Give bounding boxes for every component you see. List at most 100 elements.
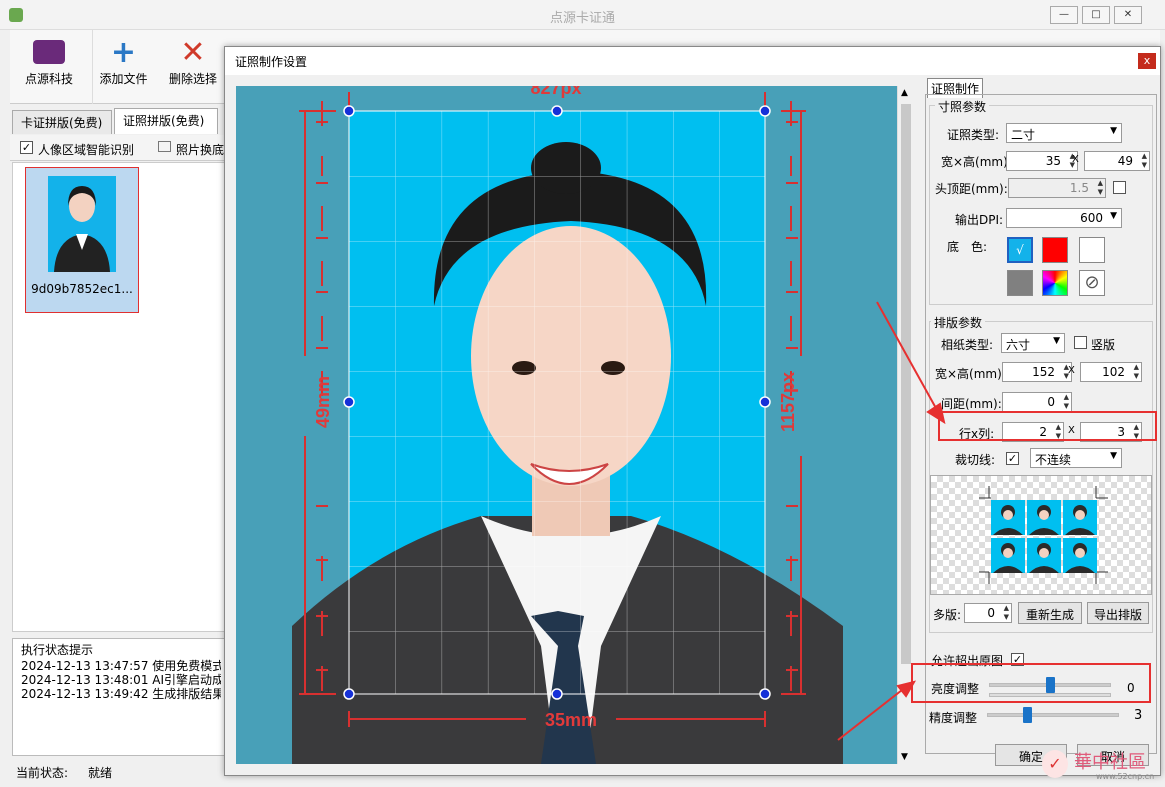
scroll-thumb[interactable] xyxy=(901,104,911,664)
photo-height-stepper[interactable]: 49 ▲ ▼ xyxy=(1084,151,1150,171)
layout-preview xyxy=(930,475,1152,595)
chevron-down-icon: ▼ xyxy=(1110,451,1117,461)
regenerate-button[interactable]: 重新生成 xyxy=(1018,602,1082,624)
stepper-arrows-icon[interactable]: ▲ ▼ xyxy=(1064,393,1069,411)
plus-icon: + xyxy=(110,35,137,70)
gap-value: 0 xyxy=(1047,395,1055,409)
layout-preview-tiles xyxy=(991,500,1097,573)
precision-label: 精度调整 xyxy=(929,711,978,725)
head-distance-stepper[interactable]: 1.5 ▲ ▼ xyxy=(1008,178,1106,198)
cut-line-value: 不连续 xyxy=(1035,453,1072,467)
crop-handle xyxy=(759,396,771,408)
bg-color-swatch-white[interactable] xyxy=(1079,237,1105,263)
list-item[interactable]: 9d09b7852ec1... xyxy=(25,167,139,313)
layout-params-title: 排版参数 xyxy=(931,314,986,331)
size-wh-label: 宽×高(mm): xyxy=(941,155,1012,169)
photo-editor-canvas[interactable]: 827px 35mm 49mm 1157px xyxy=(236,86,897,764)
transparent-bg-icon[interactable]: ⊘ xyxy=(1079,270,1105,296)
brightness-slider-track xyxy=(989,693,1111,697)
photo-height-value: 49 xyxy=(1117,154,1133,168)
paper-height-stepper[interactable]: 102 ▲ ▼ xyxy=(1080,362,1142,382)
paper-type-select[interactable]: 六寸 ▼ xyxy=(1001,333,1065,353)
scroll-down-icon[interactable]: ▼ xyxy=(901,752,908,762)
watermark-brand: 華中社區 xyxy=(1074,752,1146,773)
tab-id-photo-layout[interactable]: 证照拼版(免费) xyxy=(114,108,218,134)
file-thumbnail xyxy=(48,176,116,272)
bg-color-swatch-blue[interactable]: √ xyxy=(1007,237,1033,263)
app-title: 点源卡证通 xyxy=(549,11,615,26)
photo-type-value: 二寸 xyxy=(1011,128,1036,142)
dpi-select[interactable]: 600 ▼ xyxy=(1006,208,1122,228)
status-line: 2024-12-13 13:47:57 使用免费模式, xyxy=(21,659,221,673)
tab-card-layout[interactable]: 卡证拼版(免费) xyxy=(12,110,112,134)
head-distance-checkbox[interactable] xyxy=(1113,181,1126,194)
stepper-arrows-icon[interactable]: ▲ ▼ xyxy=(1098,179,1103,197)
replace-bg-button[interactable]: 照片换底 xyxy=(176,141,224,158)
size-params-title: 寸照参数 xyxy=(935,98,990,115)
custom-color-icon[interactable] xyxy=(1042,270,1068,296)
minimize-button[interactable]: — xyxy=(1050,6,1078,24)
cut-line-label: 裁切线: xyxy=(955,453,996,467)
stepper-arrows-icon[interactable]: ▲ ▼ xyxy=(1004,604,1009,622)
portrait-label: 竖版 xyxy=(1091,338,1116,352)
bg-color-swatch-red[interactable] xyxy=(1042,237,1068,263)
photo-width-stepper[interactable]: 35 ▲ ▼ xyxy=(1006,151,1078,171)
cut-line-select[interactable]: 不连续 ▼ xyxy=(1030,448,1122,468)
watermark: ✓ 華中社區 www.52cnp.cn xyxy=(1036,746,1161,784)
multi-stepper[interactable]: 0 ▲ ▼ xyxy=(964,603,1012,623)
status-title: 执行状态提示 xyxy=(21,643,94,657)
status-bar: 当前状态: 就绪 xyxy=(10,760,225,784)
canvas-left-mm-label: 49mm xyxy=(313,376,333,428)
chevron-down-icon: ▼ xyxy=(1110,211,1117,221)
maximize-button[interactable]: □ xyxy=(1082,6,1110,24)
selected-check-icon: √ xyxy=(1016,243,1024,257)
photo-type-label: 证照类型: xyxy=(947,128,1000,142)
crop-handle xyxy=(759,105,771,117)
toolbar-logo-button[interactable]: 点源科技 xyxy=(14,30,84,104)
multi-label: 多版: xyxy=(933,608,962,622)
paper-x-label: X xyxy=(1068,365,1075,376)
cut-line-checkbox[interactable]: ✓ xyxy=(1006,452,1019,465)
brightness-slider-handle[interactable] xyxy=(1046,677,1055,693)
file-list: 9d09b7852ec1... xyxy=(12,162,225,632)
dialog-title-bar: 证照制作设置 x xyxy=(225,47,1160,75)
crop-handle xyxy=(759,688,771,700)
gap-stepper[interactable]: 0 ▲ ▼ xyxy=(1002,392,1072,412)
bg-color-swatch-gray[interactable] xyxy=(1007,270,1033,296)
scroll-up-icon[interactable]: ▲ xyxy=(901,88,908,98)
photo-type-select[interactable]: 二寸 ▼ xyxy=(1006,123,1122,143)
delete-selection-button[interactable]: ✕ 删除选择 xyxy=(160,30,226,104)
stepper-arrows-icon[interactable]: ▲ ▼ xyxy=(1134,363,1139,381)
settings-panel: 证照制作 寸照参数 证照类型: 二寸 ▼ 宽×高(mm): 35 ▲ ▼ X 49 ▲ ▼… xyxy=(911,77,1159,772)
head-distance-label: 头顶距(mm): xyxy=(935,182,1008,196)
close-button[interactable]: ✕ xyxy=(1114,6,1142,24)
option-row: ✓ 人像区域智能识别 照片换底 xyxy=(10,135,225,161)
canvas-bottom-mm-label: 35mm xyxy=(545,710,597,730)
add-file-button[interactable]: + 添加文件 xyxy=(92,30,154,104)
status-lines: 2024-12-13 13:47:57 使用免费模式, 2024-12-13 1… xyxy=(21,659,221,701)
paper-height-value: 102 xyxy=(1102,365,1125,379)
chevron-down-icon: ▼ xyxy=(1053,336,1060,346)
precision-value: 3 xyxy=(1134,708,1143,723)
x-icon: ✕ xyxy=(180,35,206,70)
multi-value: 0 xyxy=(987,606,995,620)
portrait-checkbox[interactable] xyxy=(1074,336,1087,349)
precision-slider-handle[interactable] xyxy=(1022,707,1032,723)
crop-handle xyxy=(551,105,563,117)
smart-detect-checkbox[interactable]: ✓ xyxy=(20,141,33,154)
status-line: 2024-12-13 13:49:42 生成排版结果失 xyxy=(21,687,221,701)
main-title-bar: 点源卡证通 — □ ✕ xyxy=(0,0,1165,30)
stepper-arrows-icon[interactable]: ▲ ▼ xyxy=(1142,152,1147,170)
paper-width-value: 152 xyxy=(1032,365,1055,379)
logo-icon xyxy=(33,40,65,64)
paper-width-stepper[interactable]: 152 ▲ ▼ xyxy=(1002,362,1072,382)
dpi-value: 600 xyxy=(1080,211,1103,225)
photo-preview: 827px 35mm 49mm 1157px xyxy=(292,86,843,764)
delete-selection-label: 删除选择 xyxy=(168,72,217,86)
dialog-close-button[interactable]: x xyxy=(1138,53,1156,69)
export-layout-button[interactable]: 导出排版 xyxy=(1087,602,1149,624)
brightness-value: 0 xyxy=(1127,681,1135,695)
precision-slider[interactable] xyxy=(987,713,1119,717)
layout-preview-sheet xyxy=(979,486,1108,584)
rows-cols-highlight xyxy=(938,411,1157,441)
